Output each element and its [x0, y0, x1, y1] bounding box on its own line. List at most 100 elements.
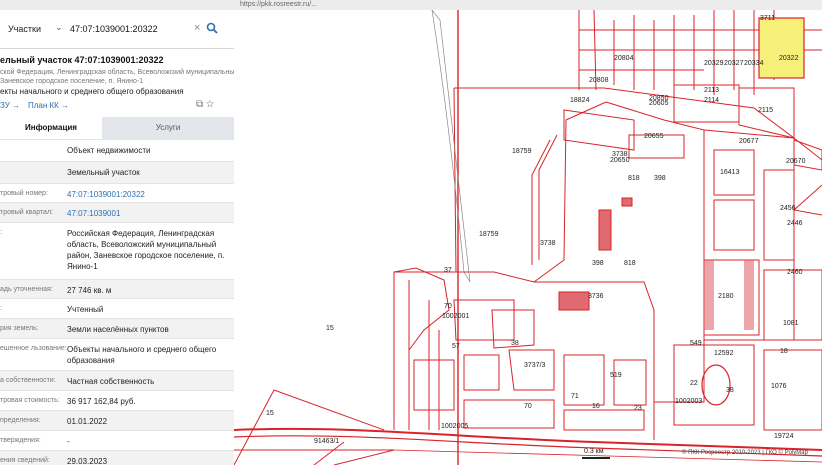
parcel-label: 20605	[649, 100, 669, 107]
parcel-label: 15	[326, 325, 334, 332]
row-value: Земли населённых пунктов	[67, 325, 169, 334]
row-label: а собственности:	[0, 377, 56, 384]
parcel-label: 71	[571, 393, 579, 400]
plan-kk-link[interactable]: План КК →	[28, 101, 69, 110]
map-canvas[interactable]: 20322 3711 20804 20329 20327 20334 20808…	[234, 10, 822, 465]
table-row: пределения: 01.01.2022	[0, 410, 234, 431]
parcel-purpose: екты начального и среднего общего образо…	[0, 87, 184, 96]
parcel-label: 16413	[720, 169, 740, 176]
search-icon[interactable]	[206, 22, 218, 34]
parcel-label: 18	[780, 348, 788, 355]
table-row: а собственности: Частная собственность	[0, 370, 234, 391]
row-value: 29.03.2023	[67, 457, 108, 465]
parcel-label: 519	[610, 372, 622, 379]
parcel-label: 70	[444, 303, 452, 310]
parcel-label: 20655	[644, 133, 664, 140]
row-label: пределения:	[0, 417, 41, 424]
row-value: Учтенный	[67, 305, 104, 314]
cadastral-quarter-link[interactable]: 47:07:1039001	[67, 208, 227, 219]
table-row: Земельный участок	[0, 161, 234, 184]
zu-link[interactable]: ЗУ →	[0, 101, 20, 110]
parcel-label: 818	[628, 175, 640, 182]
parcel-label: 18824	[570, 97, 590, 104]
parcel-label: 2446	[787, 220, 803, 227]
row-label: адь уточненная:	[0, 286, 53, 293]
table-row: тровый номер: 47:07:1039001:20322	[0, 183, 234, 203]
row-value: 36 917 162,84 руб.	[67, 397, 136, 406]
parcel-label: 70	[524, 403, 532, 410]
table-row: : Учтенный	[0, 298, 234, 319]
search-input[interactable]: 47:07:1039001:20322	[70, 24, 158, 34]
table-row: тровый квартал: 47:07:1039001	[0, 202, 234, 223]
table-row: адь уточненная: 27 746 кв. м	[0, 279, 234, 299]
table-row: рия земель: Земли населённых пунктов	[0, 318, 234, 339]
parcel-label: 37	[444, 267, 452, 274]
parcel-label: 2456	[780, 205, 796, 212]
parcel-label: 20329	[704, 60, 724, 67]
parcel-title: ельный участок 47:07:1039001:20322	[0, 55, 164, 65]
table-row: ения сведений: 29.03.2023	[0, 450, 234, 465]
row-label: тровая стоимость:	[0, 397, 60, 404]
row-label: тровый номер:	[0, 190, 48, 197]
parcel-label: 19724	[774, 433, 794, 440]
clear-icon[interactable]: ×	[194, 22, 200, 34]
row-value: 01.01.2022	[67, 417, 108, 426]
table-row: тровая стоимость: 36 917 162,84 руб.	[0, 390, 234, 411]
row-label: ения сведений:	[0, 457, 50, 464]
parcel-label: 91463/1	[314, 438, 339, 445]
tabs: Информация Услуги	[0, 117, 234, 141]
row-value: Земельный участок	[67, 168, 140, 177]
row-label: :	[0, 305, 2, 312]
row-value: 27 746 кв. м	[67, 286, 112, 295]
cadastral-number-link[interactable]: 47:07:1039001:20322	[67, 189, 227, 200]
parcel-label: 20327	[724, 60, 744, 67]
parcel-label: 16	[592, 403, 600, 410]
row-value: Частная собственность	[67, 377, 155, 386]
chevron-down-icon[interactable]: ⌄	[55, 22, 63, 33]
table-row: Объект недвижимости	[0, 139, 234, 162]
row-label: тверждения:	[0, 437, 41, 444]
row-value: Объекты начального и среднего общего обр…	[67, 345, 217, 365]
row-label: :	[0, 229, 2, 236]
parcel-label: 3711	[760, 15, 775, 22]
parcel-label: 1002001	[442, 313, 469, 320]
parcel-label: 2114	[704, 97, 719, 104]
parcel-label: 3737/3	[524, 362, 546, 369]
parcel-label: 398	[654, 175, 666, 182]
row-value: Объект недвижимости	[67, 146, 151, 155]
parcel-label: 1002005	[441, 423, 468, 430]
parcel-address-line: Заневское городское поселение, п. Янино-…	[0, 78, 144, 85]
selected-parcel-highlight[interactable]	[758, 17, 805, 79]
parcel-label: 2180	[718, 293, 734, 300]
row-label: рия земель:	[0, 325, 39, 332]
url-text: https://pkk.rosreestr.ru/...	[240, 1, 318, 8]
parcel-label: 2115	[758, 107, 773, 114]
parcel-label: 23	[634, 405, 642, 412]
tab-information[interactable]: Информация	[0, 117, 102, 141]
scale-bar	[582, 457, 610, 459]
parcel-label: 20808	[589, 77, 609, 84]
search-bar: Участки ⌄ 47:07:1039001:20322 ×	[0, 10, 234, 49]
parcel-label: 1076	[771, 383, 787, 390]
parcel-label: 818	[624, 260, 636, 267]
cadastral-map[interactable]: 20322 3711 20804 20329 20327 20334 20808…	[234, 10, 822, 465]
map-attribution: © ПКК Росреестр 2010-2023 | ГКО © PolyMa…	[682, 450, 808, 456]
share-icon[interactable]: ⧉ ☆	[196, 99, 214, 110]
search-type-select[interactable]: Участки	[8, 24, 41, 34]
tab-services[interactable]: Услуги	[102, 117, 234, 139]
row-value: -	[67, 437, 70, 446]
parcel-address-line: ской Федерация, Ленинградская область, В…	[0, 69, 235, 76]
parcel-label: 20322	[779, 55, 799, 62]
parcel-label: 20650	[610, 157, 630, 164]
parcel-label: 549	[690, 340, 702, 347]
parcel-label: 20334	[744, 60, 764, 67]
row-value: Российская Федерация, Ленинградская обла…	[67, 229, 225, 271]
scale-label: 0.3 км	[584, 448, 604, 455]
parcel-label: 2113	[704, 87, 719, 94]
parcel-label: 38	[726, 387, 734, 394]
parcel-label: 57	[452, 343, 460, 350]
parcel-label: 3738	[540, 240, 556, 247]
parcel-label: 20677	[739, 138, 759, 145]
table-row: тверждения: -	[0, 430, 234, 451]
parcel-label: 20670	[786, 158, 806, 165]
